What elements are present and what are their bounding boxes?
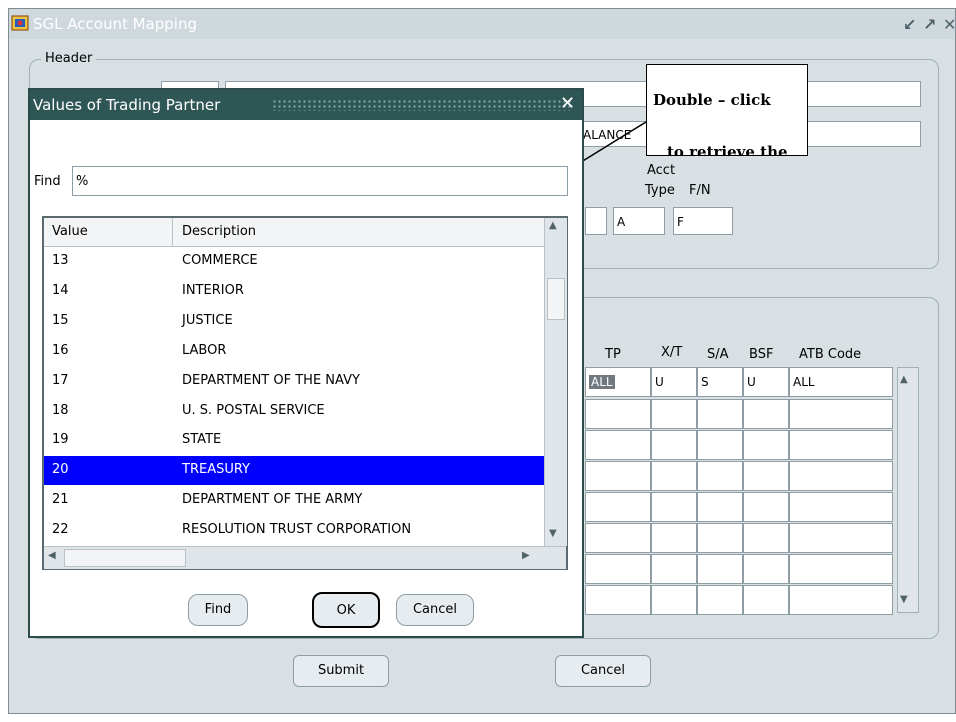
find-button-label: Find (204, 602, 232, 617)
list-item-description: COMMERCE (182, 253, 258, 268)
list-item-value: 18 (52, 402, 69, 418)
dialog-cancel-label: Cancel (412, 602, 458, 617)
list-item[interactable]: 13 COMMERCE (44, 247, 544, 276)
dialog-grip (272, 99, 572, 111)
list-hscroll-thumb[interactable] (64, 549, 186, 567)
list-item-description: STATE (182, 432, 222, 448)
list-item-description: INTERIOR (182, 282, 244, 298)
list-item-value: 13 (52, 253, 69, 268)
list-item-description: U. S. POSTAL SERVICE (182, 402, 325, 418)
lov-list: Value Description 13 COMMERCE 14 INTERIOR 15… (42, 216, 568, 570)
list-scroll-thumb[interactable] (547, 278, 565, 320)
list-item-value: 22 (52, 522, 69, 538)
list-item-description: DEPARTMENT OF THE ARMY (182, 492, 363, 508)
value-col-header[interactable]: Value (52, 224, 88, 239)
dialog-cancel-button[interactable]: Cancel (396, 594, 474, 626)
list-item-value: 20 (52, 462, 69, 478)
list-item-description: DEPARTMENT OF THE NAVY (182, 372, 360, 388)
list-item-value: 15 (52, 312, 69, 328)
lov-dialog: Values of Trading Partner ✕ Find % Value… (28, 88, 584, 638)
description-col-header[interactable]: Description (182, 224, 256, 239)
list-scroll-left-icon[interactable]: ◀ (48, 550, 56, 561)
list-item-value: 14 (52, 282, 69, 298)
lov-list-body: Value Description 13 COMMERCE 14 INTERIOR 15… (44, 218, 544, 546)
dialog-titlebar[interactable]: Values of Trading Partner ✕ (30, 90, 582, 120)
list-item[interactable]: 14 INTERIOR (44, 277, 544, 306)
list-item[interactable]: 18 U. S. POSTAL SERVICE (44, 397, 544, 426)
find-input[interactable]: % (72, 166, 568, 196)
list-header: Value Description (44, 218, 544, 247)
list-item[interactable]: 19 STATE (44, 426, 544, 455)
ok-button[interactable]: OK (312, 592, 380, 628)
list-item[interactable]: 17 DEPARTMENT OF THE NAVY (44, 367, 544, 396)
list-item[interactable]: 16 LABOR (44, 337, 544, 366)
header-divider (172, 218, 173, 246)
list-horizontal-scrollbar[interactable]: ◀ ▶ (44, 546, 566, 569)
ok-button-label: OK (336, 603, 356, 618)
list-item-description: LABOR (182, 342, 227, 358)
list-rows: 13 COMMERCE 14 INTERIOR 15 JUSTICE 16 LABOR 17 DE… (44, 247, 544, 546)
list-vertical-scrollbar[interactable]: ▲ ▼ (544, 218, 567, 546)
list-scroll-right-icon[interactable]: ▶ (522, 550, 530, 561)
list-item-value: 19 (52, 432, 69, 448)
list-scroll-down-icon[interactable]: ▼ (549, 528, 557, 539)
list-item-value: 21 (52, 492, 69, 508)
find-button[interactable]: Find (188, 594, 248, 626)
list-item-description: RESOLUTION TRUST CORPORATION (182, 522, 412, 538)
list-item-description: TREASURY (182, 462, 250, 478)
list-item[interactable]: 22 RESOLUTION TRUST CORPORATION (44, 516, 544, 545)
list-item-value: 16 (52, 342, 69, 358)
list-item-value: 17 (52, 372, 69, 388)
dialog-title: Values of Trading Partner (33, 96, 221, 114)
list-scroll-up-icon[interactable]: ▲ (549, 220, 557, 231)
list-item-description: JUSTICE (182, 312, 233, 328)
dialog-close-icon[interactable]: ✕ (560, 93, 575, 114)
list-item[interactable]: 15 JUSTICE (44, 307, 544, 336)
find-label: Find (34, 174, 61, 189)
list-item[interactable]: 21 DEPARTMENT OF THE ARMY (44, 486, 544, 515)
list-item[interactable]: 20 TREASURY (44, 456, 544, 486)
